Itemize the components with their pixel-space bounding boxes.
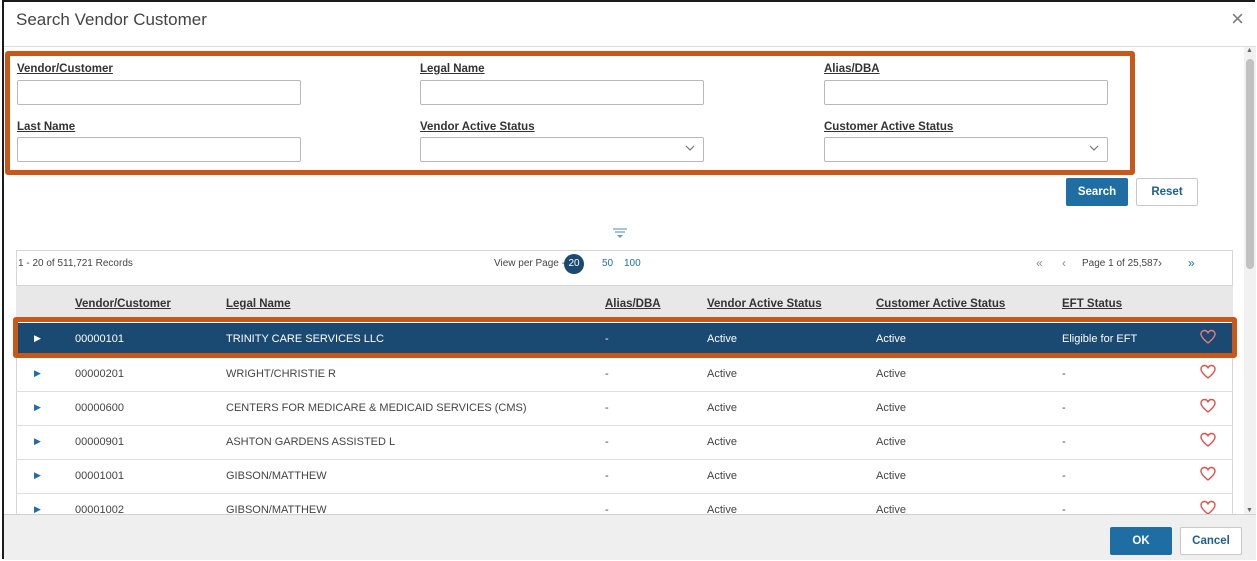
col-customer-active-status[interactable]: Customer Active Status: [876, 298, 1005, 310]
vendor-customer-input[interactable]: [17, 80, 301, 105]
heart-outline-icon[interactable]: [1200, 432, 1216, 448]
cell-id: 00000901: [75, 436, 124, 448]
alias-dba-label: Alias/DBA: [824, 63, 880, 75]
caret-right-icon[interactable]: ▶: [34, 368, 41, 379]
cell-alias: -: [605, 504, 609, 514]
first-page-icon[interactable]: «: [1036, 256, 1043, 270]
cell-vendor-status: Active: [707, 402, 737, 414]
last-name-input[interactable]: [17, 137, 301, 162]
col-eft-status[interactable]: EFT Status: [1062, 298, 1122, 310]
page-indicator: Page 1 of 25,587: [1082, 258, 1159, 269]
legal-name-input[interactable]: [420, 80, 704, 105]
close-icon[interactable]: ×: [1231, 6, 1244, 32]
cell-id: 00001002: [75, 504, 124, 514]
per-page-20[interactable]: 20: [564, 254, 584, 274]
heart-outline-icon[interactable]: [1200, 466, 1216, 482]
cell-customer-status: Active: [876, 470, 906, 482]
heart-outline-icon[interactable]: [1200, 500, 1216, 514]
col-vendor-customer[interactable]: Vendor/Customer: [75, 298, 171, 310]
cell-legal-name: GIBSON/MATTHEW: [226, 470, 327, 482]
chevron-down-icon: [1089, 145, 1099, 151]
cell-legal-name: CENTERS FOR MEDICARE & MEDICAID SERVICES…: [226, 402, 527, 414]
vendor-customer-label: Vendor/Customer: [17, 63, 113, 75]
table-row[interactable]: ▶ 00000600 CENTERS FOR MEDICARE & MEDICA…: [16, 392, 1233, 426]
scroll-up-icon[interactable]: ▲: [1246, 47, 1253, 54]
scroll-down-icon[interactable]: ▼: [1246, 507, 1253, 514]
cell-customer-status: Active: [876, 504, 906, 514]
table-row[interactable]: ▶ 00000201 WRIGHT/CHRISTIE R - Active Ac…: [16, 358, 1233, 392]
cell-vendor-status: Active: [707, 368, 737, 380]
col-vendor-active-status[interactable]: Vendor Active Status: [707, 298, 822, 310]
cell-customer-status: Active: [876, 402, 906, 414]
col-legal-name[interactable]: Legal Name: [226, 298, 291, 310]
caret-right-icon[interactable]: ▶: [34, 470, 41, 481]
record-count: 1 - 20 of 511,721 Records: [18, 258, 133, 269]
next-page-icon[interactable]: ›: [1158, 256, 1162, 270]
cell-eft-status: -: [1062, 504, 1066, 514]
dialog-footer: [4, 514, 1256, 560]
dialog-body: Vendor/Customer Legal Name Alias/DBA Las…: [4, 47, 1244, 514]
cell-id: 00001001: [75, 470, 124, 482]
caret-right-icon[interactable]: ▶: [34, 504, 41, 514]
cell-eft-status: -: [1062, 470, 1066, 482]
heart-outline-icon[interactable]: [1200, 398, 1216, 414]
per-page-50[interactable]: 50: [602, 258, 613, 269]
cell-alias: -: [605, 436, 609, 448]
ok-button[interactable]: OK: [1110, 527, 1172, 555]
cell-eft-status: -: [1062, 368, 1066, 380]
per-page-100[interactable]: 100: [624, 258, 641, 269]
caret-right-icon[interactable]: ▶: [34, 402, 41, 413]
last-page-icon[interactable]: »: [1188, 256, 1195, 270]
view-per-page-label: View per Page -: [494, 258, 565, 269]
cell-id: 00000201: [75, 368, 124, 380]
vendor-active-status-select[interactable]: [420, 137, 704, 162]
cell-vendor-status: Active: [707, 470, 737, 482]
cell-eft-status: -: [1062, 402, 1066, 414]
cell-alias: -: [605, 368, 609, 380]
vendor-active-status-label: Vendor Active Status: [420, 121, 535, 133]
col-alias-dba[interactable]: Alias/DBA: [605, 298, 661, 310]
cell-legal-name: WRIGHT/CHRISTIE R: [226, 368, 336, 380]
cell-id: 00000600: [75, 402, 124, 414]
prev-page-icon[interactable]: ‹: [1062, 256, 1066, 270]
search-button[interactable]: Search: [1066, 178, 1128, 206]
reset-button[interactable]: Reset: [1136, 178, 1198, 206]
table-row[interactable]: ▶ 00001001 GIBSON/MATTHEW - Active Activ…: [16, 460, 1233, 494]
table-row[interactable]: ▶ 00000901 ASHTON GARDENS ASSISTED L - A…: [16, 426, 1233, 460]
filter-toggle-icon[interactable]: [612, 227, 628, 239]
cell-alias: -: [605, 402, 609, 414]
cell-alias: -: [605, 470, 609, 482]
caret-right-icon[interactable]: ▶: [34, 436, 41, 447]
chevron-down-icon: [685, 145, 695, 151]
cell-vendor-status: Active: [707, 436, 737, 448]
cell-eft-status: -: [1062, 436, 1066, 448]
table-row[interactable]: ▶ 00001002 GIBSON/MATTHEW - Active Activ…: [16, 494, 1233, 514]
alias-dba-input[interactable]: [824, 80, 1108, 105]
last-name-label: Last Name: [17, 121, 76, 133]
cell-legal-name: GIBSON/MATTHEW: [226, 504, 327, 514]
customer-active-status-select[interactable]: [824, 137, 1108, 162]
dialog-title: Search Vendor Customer: [16, 10, 207, 29]
cell-legal-name: ASHTON GARDENS ASSISTED L: [226, 436, 396, 448]
scroll-thumb[interactable]: [1246, 59, 1254, 269]
heart-outline-icon[interactable]: [1200, 364, 1216, 380]
cancel-button[interactable]: Cancel: [1180, 527, 1242, 555]
customer-active-status-label: Customer Active Status: [824, 121, 954, 133]
cell-vendor-status: Active: [707, 504, 737, 514]
cell-customer-status: Active: [876, 436, 906, 448]
selected-row-highlight: [13, 317, 1237, 358]
dialog-titlebar: Search Vendor Customer ×: [4, 2, 1256, 47]
cell-customer-status: Active: [876, 368, 906, 380]
legal-name-label: Legal Name: [420, 63, 485, 75]
vertical-scrollbar[interactable]: ▲ ▼: [1244, 47, 1256, 514]
